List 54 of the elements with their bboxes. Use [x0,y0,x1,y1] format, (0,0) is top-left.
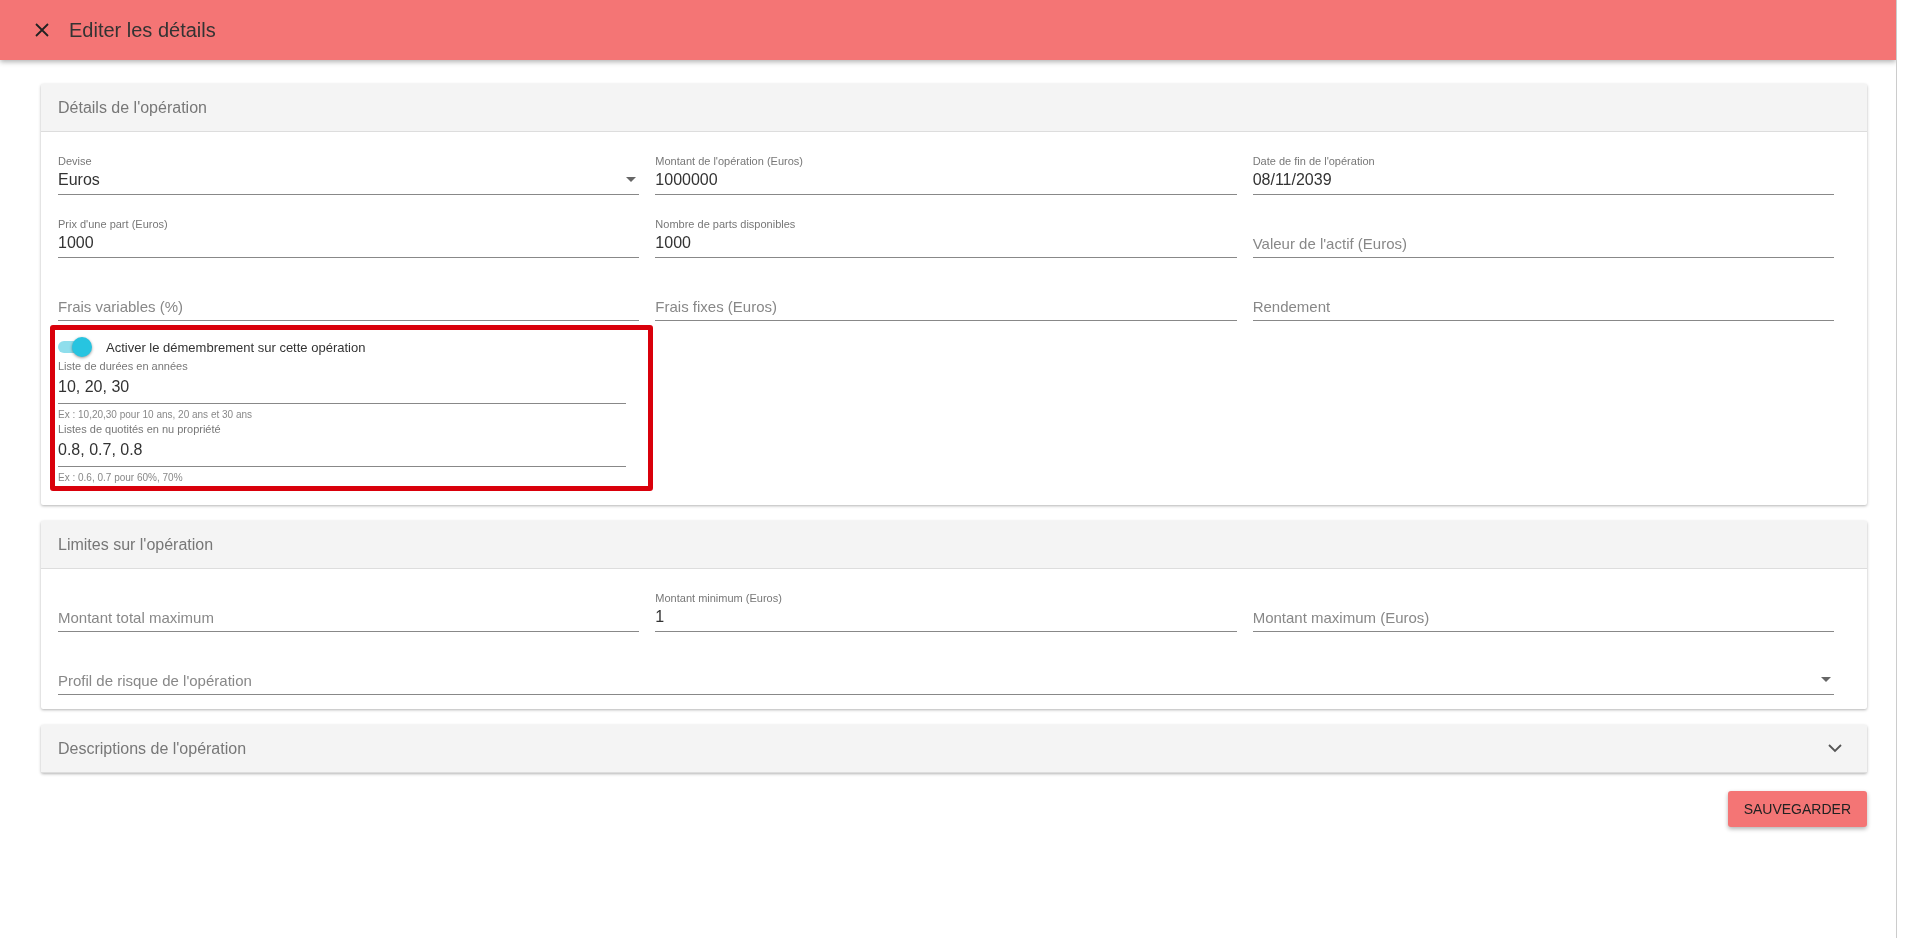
field-value: 10, 20, 30 [58,378,131,396]
input-field[interactable]: Frais variables (%) [58,269,640,321]
select-field[interactable]: Profil de risque de l'opération [58,643,1834,695]
field-value: 08/11/2039 [1252,171,1332,189]
input-field[interactable]: Listes de quotités en nu propriété 0.8, 0.7, 0.8 [58,423,627,467]
field-label: Montant de l'opération (Euros) [655,155,803,167]
field-value: 1000 [655,234,691,252]
field-label: Frais variables (%) [58,298,184,315]
toggle-switch[interactable] [58,337,92,357]
field-label: Nombre de parts disponibles [655,218,796,230]
field-label: Listes de quotités en nu propriété [58,423,222,435]
field-hint: Ex : 10,20,30 pour 10 ans, 20 ans et 30 ans [58,409,254,421]
field-label: Date de fin de l'opération [1252,155,1375,167]
select-field[interactable]: Devise Euros [58,143,640,195]
field-label: Devise [58,155,92,167]
section-header[interactable]: Détails de l'opération [41,84,1867,132]
field-label: Liste de durées en années [58,360,189,372]
input-field[interactable]: Rendement [1252,269,1834,321]
input-field[interactable]: Prix d'une part (Euros) 1000 [58,206,640,258]
input-field[interactable]: Nombre de parts disponibles 1000 [655,206,1237,258]
input-field[interactable]: Montant total maximum [58,580,640,632]
section-title: Limites sur l'opération [58,535,214,554]
field-label: Frais fixes (Euros) [655,298,777,315]
section-header[interactable]: Descriptions de l'opération [41,725,1867,773]
caret-icon [626,177,637,182]
toggle-label: Activer le démembrement sur cette opération [106,339,366,355]
input-field[interactable]: Montant de l'opération (Euros) 1000000 [655,143,1237,195]
input-field[interactable]: Date de fin de l'opération 08/11/2039 [1252,143,1834,195]
field-hint: Ex : 0.6, 0.7 pour 60%, 70% [58,472,184,484]
field-label: Valeur de l'actif (Euros) [1252,235,1407,252]
section-title: Descriptions de l'opération [58,739,247,758]
field-value: 1000000 [655,171,718,189]
input-field[interactable]: Montant maximum (Euros) [1252,580,1834,632]
close-icon[interactable] [35,23,49,37]
section-header[interactable]: Limites sur l'opération [41,521,1867,569]
chevron-down-icon [1828,744,1842,753]
field-label: Profil de risque de l'opération [58,672,252,689]
field-label: Prix d'une part (Euros) [58,218,168,230]
field-value: Euros [58,171,100,189]
field-label: Montant total maximum [58,609,214,626]
field-label: Montant maximum (Euros) [1252,609,1430,626]
save-button[interactable]: SAUVEGARDER [1727,791,1867,827]
field-value: 0.8, 0.7, 0.8 [58,441,144,459]
input-field[interactable]: Frais fixes (Euros) [655,269,1237,321]
field-value: 1 [655,608,665,626]
input-field[interactable]: Montant minimum (Euros) 1 [655,580,1237,632]
caret-icon [1821,677,1831,682]
dialog-title: Editer les détails [69,18,216,42]
section-title: Détails de l'opération [58,98,207,117]
field-label: Rendement [1252,298,1331,315]
input-field[interactable]: Liste de durées en années 10, 20, 30 [58,360,627,404]
field-value: 1000 [58,234,94,252]
input-field[interactable]: Valeur de l'actif (Euros) [1252,206,1834,258]
field-label: Montant minimum (Euros) [655,592,782,604]
